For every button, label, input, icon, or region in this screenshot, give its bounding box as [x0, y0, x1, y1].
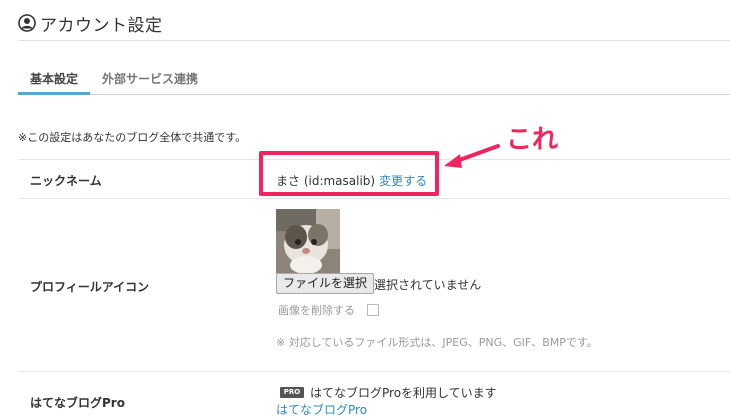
delete-image-checkbox[interactable] — [367, 304, 379, 316]
row-divider — [18, 371, 730, 372]
profile-icon-label: プロフィールアイコン — [30, 280, 150, 294]
row-divider — [18, 198, 730, 199]
page-title: アカウント設定 — [40, 15, 163, 36]
choose-file-button[interactable]: ファイルを選択 — [276, 273, 375, 294]
tab-basic-settings[interactable]: 基本設定 — [30, 70, 78, 87]
user-icon — [18, 14, 36, 32]
annotation-arrow-icon — [444, 144, 500, 168]
tab-external-services[interactable]: 外部サービス連携 — [102, 70, 198, 87]
blog-pro-status: はてなブログProを利用しています — [310, 386, 497, 400]
delete-image-label: 画像を削除する — [278, 304, 355, 317]
blog-pro-link[interactable]: はてなブログPro — [276, 401, 367, 418]
avatar — [276, 209, 340, 273]
cat-photo-icon — [276, 209, 340, 273]
blog-pro-label: はてなブログPro — [30, 396, 125, 410]
settings-note: ※この設定はあなたのブログ全体で共通です。 — [18, 131, 247, 144]
active-tab-indicator — [18, 92, 90, 95]
annotation-text: これ — [506, 125, 559, 155]
nickname-label: ニックネーム — [30, 174, 102, 188]
file-formats-note: ※ 対応しているファイル形式は、JPEG、PNG、GIF、BMPです。 — [276, 336, 598, 349]
annotation-highlight-box — [259, 151, 439, 196]
page-header: アカウント設定 — [18, 10, 163, 36]
tabs-divider — [18, 94, 730, 95]
divider — [18, 40, 730, 41]
pro-badge: PRO — [280, 387, 304, 398]
file-status: 選択されていません — [374, 278, 482, 292]
